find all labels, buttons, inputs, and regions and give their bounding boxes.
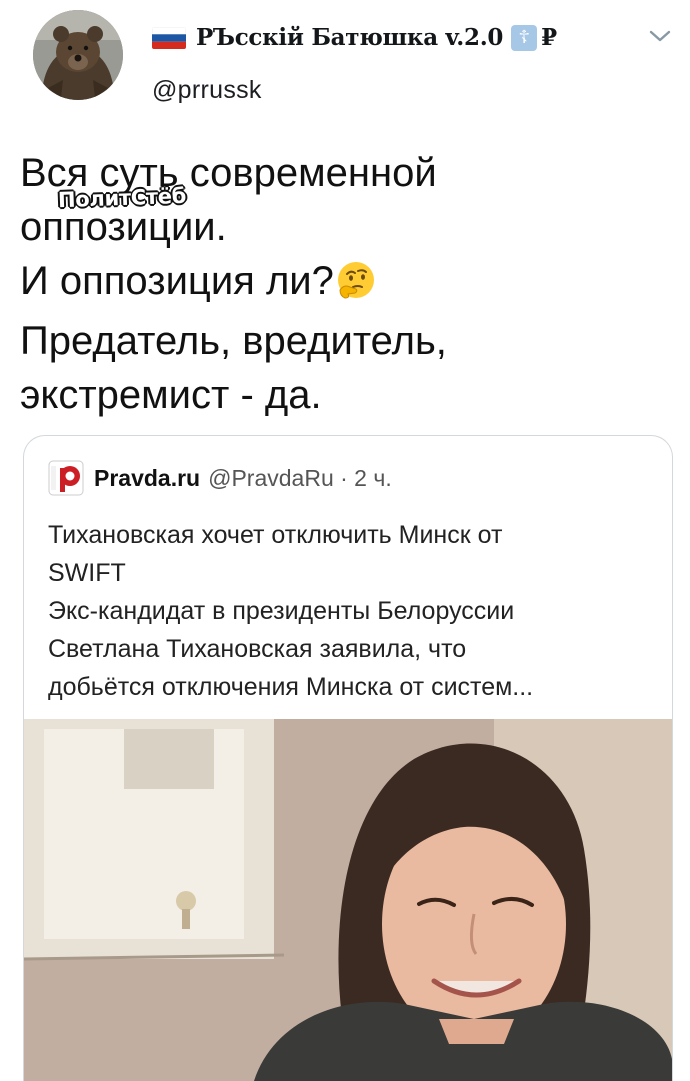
quoted-photo[interactable]: [24, 719, 672, 1081]
author-name[interactable]: РЪсскiй Батюшка v.2.0 ☦ ₽: [152, 24, 557, 51]
tweet-line: И оппозиция ли?: [20, 259, 334, 303]
tweet-line: экстремист - да.: [20, 373, 322, 417]
quoted-source-name: Pravda.ru: [94, 464, 201, 491]
author-avatar[interactable]: [33, 10, 123, 100]
pravda-logo-icon: [48, 460, 84, 496]
quoted-summary-line: Светлана Тихановская заявила, что: [48, 635, 467, 663]
russian-flag-icon: [152, 26, 186, 49]
quoted-source-handle: @PravdaRu · 2 ч.: [208, 464, 392, 491]
quoted-headline-line: SWIFT: [48, 559, 126, 587]
tweet-line: Предатель, вредитель,: [20, 319, 447, 363]
tweet-line-with-emoji: И оппозиция ли?: [20, 254, 660, 314]
quoted-summary-line: добьётся отключения Минска от систем...: [48, 673, 534, 701]
chevron-down-icon[interactable]: [648, 28, 672, 44]
author-name-text: РЪсскiй Батюшка v.2.0: [196, 24, 504, 51]
quoted-tweet-body: Тихановская хочет отключить Минск от SWI…: [48, 516, 658, 706]
orthodox-cross-icon: ☦: [511, 24, 538, 51]
watermark: ПолитСтёб: [57, 183, 187, 213]
quoted-tweet-header: Pravda.ru @PravdaRu · 2 ч.: [48, 460, 392, 496]
quoted-summary-line: Экс-кандидат в президенты Белоруссии: [48, 597, 515, 625]
thinking-face-icon: [336, 260, 376, 314]
quoted-headline-line: Тихановская хочет отключить Минск от: [48, 521, 503, 549]
bear-avatar-image: [33, 10, 123, 100]
ruble-symbol: ₽: [541, 24, 557, 51]
author-handle[interactable]: @prrussk: [152, 76, 262, 105]
quoted-tweet-card[interactable]: Pravda.ru @PravdaRu · 2 ч. Тихановская х…: [23, 435, 673, 1081]
